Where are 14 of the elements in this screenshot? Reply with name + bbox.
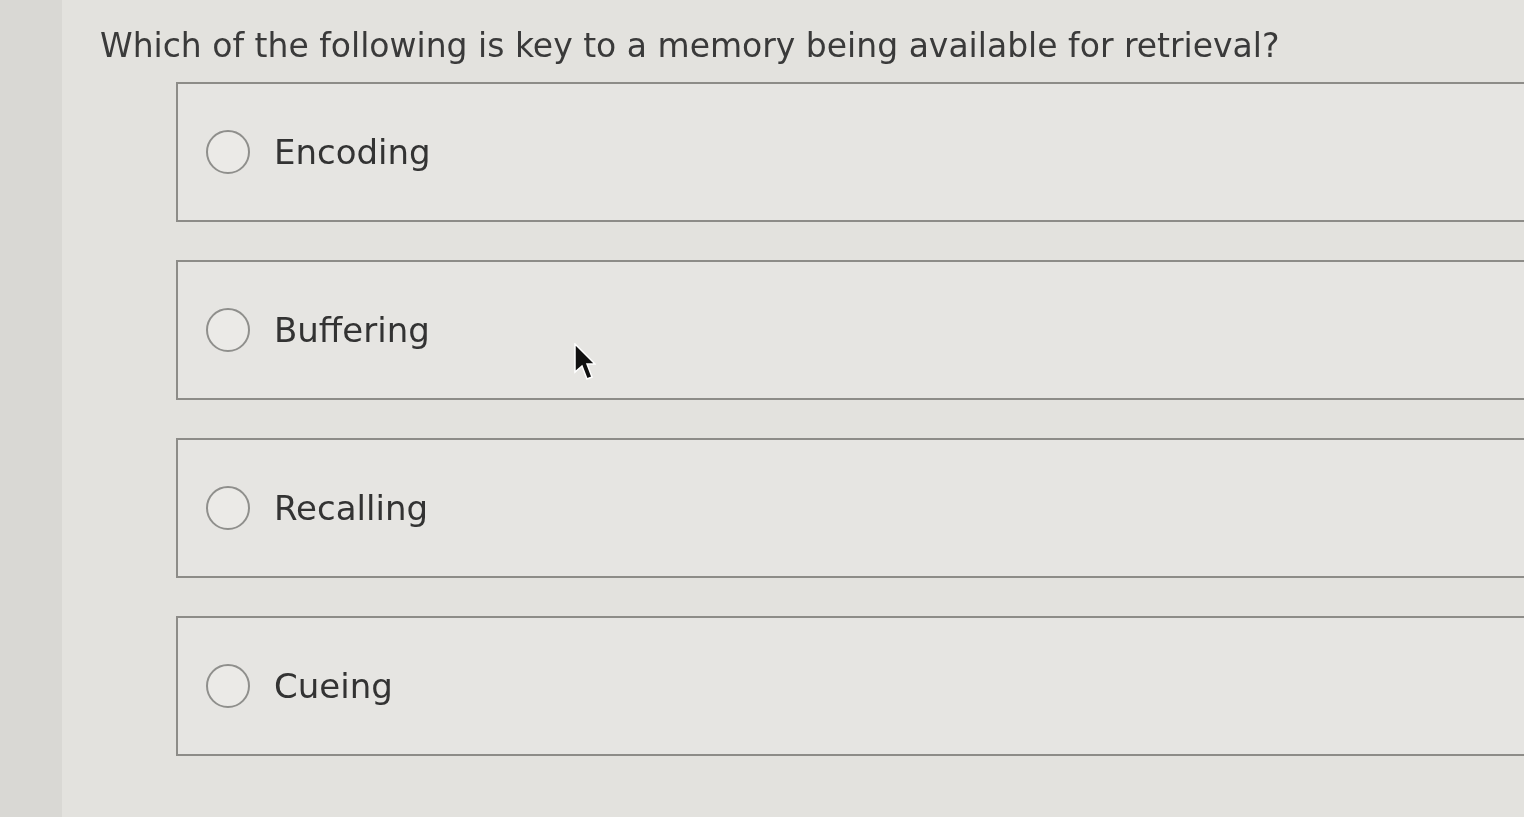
radio-button[interactable] [206, 130, 250, 174]
radio-button[interactable] [206, 664, 250, 708]
question-text: Which of the following is key to a memory being available for retrieval? [100, 25, 1281, 67]
answer-option[interactable]: Cueing [176, 616, 1524, 756]
answer-option[interactable]: Buffering [176, 260, 1524, 400]
option-label: Encoding [274, 130, 431, 174]
mouse-pointer-icon [574, 343, 596, 381]
radio-button[interactable] [206, 486, 250, 530]
option-label: Buffering [274, 308, 430, 352]
answer-option[interactable]: Encoding [176, 82, 1524, 222]
option-label: Recalling [274, 486, 428, 530]
answer-option[interactable]: Recalling [176, 438, 1524, 578]
radio-button[interactable] [206, 308, 250, 352]
option-label: Cueing [274, 664, 393, 708]
